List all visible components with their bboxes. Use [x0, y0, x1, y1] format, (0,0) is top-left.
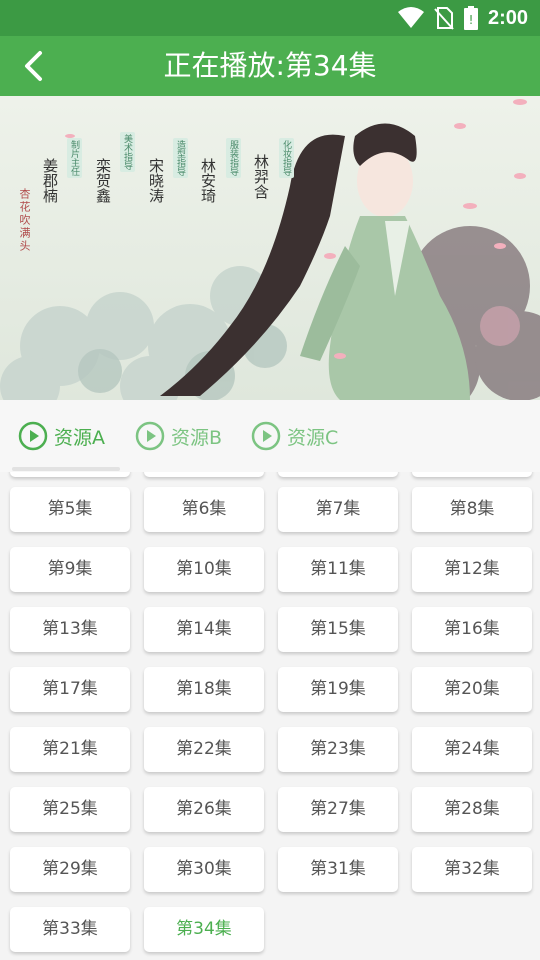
episode-button[interactable]: 第20集 [412, 667, 532, 712]
app-bar: 正在播放:第34集 [0, 36, 540, 96]
source-tab-label: 资源B [171, 426, 223, 449]
episode-button[interactable]: 第9集 [10, 547, 130, 592]
episode-button[interactable]: 第8集 [412, 487, 532, 532]
episode-button[interactable]: 第24集 [412, 727, 532, 772]
source-tab-label: 资源C [287, 426, 339, 449]
episode-button[interactable]: 第22集 [144, 727, 264, 772]
credit-name: 宋晓涛 [147, 158, 165, 203]
episode-button[interactable]: 第19集 [278, 667, 398, 712]
back-button[interactable] [16, 48, 52, 84]
source-tab-b[interactable]: 资源B [135, 418, 222, 454]
source-tabs: 资源A 资源B 资源C [0, 400, 540, 472]
episode-button[interactable]: 第18集 [144, 667, 264, 712]
chevron-left-icon [25, 51, 42, 81]
episode-button[interactable]: 第27集 [278, 787, 398, 832]
episode-button[interactable]: 第14集 [144, 607, 264, 652]
credit-name: 栾贺鑫 [94, 158, 112, 203]
video-player[interactable]: 杏花吹满头 制片主任 姜郡楠 美术指导 栾贺鑫 造型指导 宋晓涛 服装指导 林安… [0, 96, 540, 400]
status-bar: ! 2:00 [0, 0, 540, 36]
source-tab-c[interactable]: 资源C [251, 418, 338, 454]
battery-icon: ! [463, 6, 478, 30]
episode-button[interactable] [278, 472, 398, 477]
episode-button[interactable]: 第25集 [10, 787, 130, 832]
episode-button[interactable]: 第34集 [144, 907, 264, 952]
episode-button[interactable]: 第26集 [144, 787, 264, 832]
episode-button[interactable]: 第29集 [10, 847, 130, 892]
episode-button[interactable]: 第10集 [144, 547, 264, 592]
svg-text:!: ! [469, 13, 474, 27]
credit-role: 造型指导 [173, 138, 188, 178]
episode-button[interactable]: 第5集 [10, 487, 130, 532]
credit-role: 制片主任 [67, 138, 82, 178]
episode-button[interactable] [144, 472, 264, 477]
poem-text: 杏花吹满头 [18, 188, 31, 253]
source-tab-label: 资源A [54, 426, 105, 449]
episode-button[interactable]: 第30集 [144, 847, 264, 892]
episode-button[interactable] [412, 472, 532, 477]
clock: 2:00 [487, 6, 528, 29]
episode-button[interactable]: 第13集 [10, 607, 130, 652]
credit-name: 林羿含 [252, 154, 270, 199]
status-icons: ! 2:00 [397, 4, 528, 32]
episode-button[interactable]: 第17集 [10, 667, 130, 712]
page-title: 正在播放:第34集 [163, 49, 377, 82]
episode-button[interactable]: 第11集 [278, 547, 398, 592]
episode-button[interactable]: 第28集 [412, 787, 532, 832]
episode-grid: 第5集 第6集 第7集 第8集 第9集 第10集 第11集 第12集 第13集 第14集 第15集第… [0, 472, 540, 960]
play-circle-icon [18, 421, 48, 451]
episode-button[interactable]: 第31集 [278, 847, 398, 892]
play-circle-icon [135, 421, 165, 451]
source-tab-indicator [12, 467, 120, 471]
source-tab-a[interactable]: 资源A [18, 418, 105, 454]
credit-role: 化妆指导 [279, 138, 294, 178]
credits: 杏花吹满头 制片主任 姜郡楠 美术指导 栾贺鑫 造型指导 宋晓涛 服装指导 林安… [0, 96, 540, 400]
episode-button[interactable]: 第21集 [10, 727, 130, 772]
episode-button[interactable]: 第16集 [412, 607, 532, 652]
credit-name: 姜郡楠 [41, 158, 59, 203]
episode-button[interactable]: 第23集 [278, 727, 398, 772]
episode-button[interactable]: 第12集 [412, 547, 532, 592]
wifi-icon [397, 7, 424, 28]
episode-button[interactable]: 第32集 [412, 847, 532, 892]
credit-role: 美术指导 [120, 132, 135, 172]
episode-button[interactable]: 第7集 [278, 487, 398, 532]
credit-name: 林安琦 [199, 158, 217, 203]
episode-button[interactable] [10, 472, 130, 477]
play-circle-icon [251, 421, 281, 451]
credit-role: 服装指导 [226, 138, 241, 178]
no-sim-icon [434, 7, 454, 30]
episode-button[interactable]: 第33集 [10, 907, 130, 952]
episode-button[interactable]: 第6集 [144, 487, 264, 532]
episode-button[interactable]: 第15集 [278, 607, 398, 652]
